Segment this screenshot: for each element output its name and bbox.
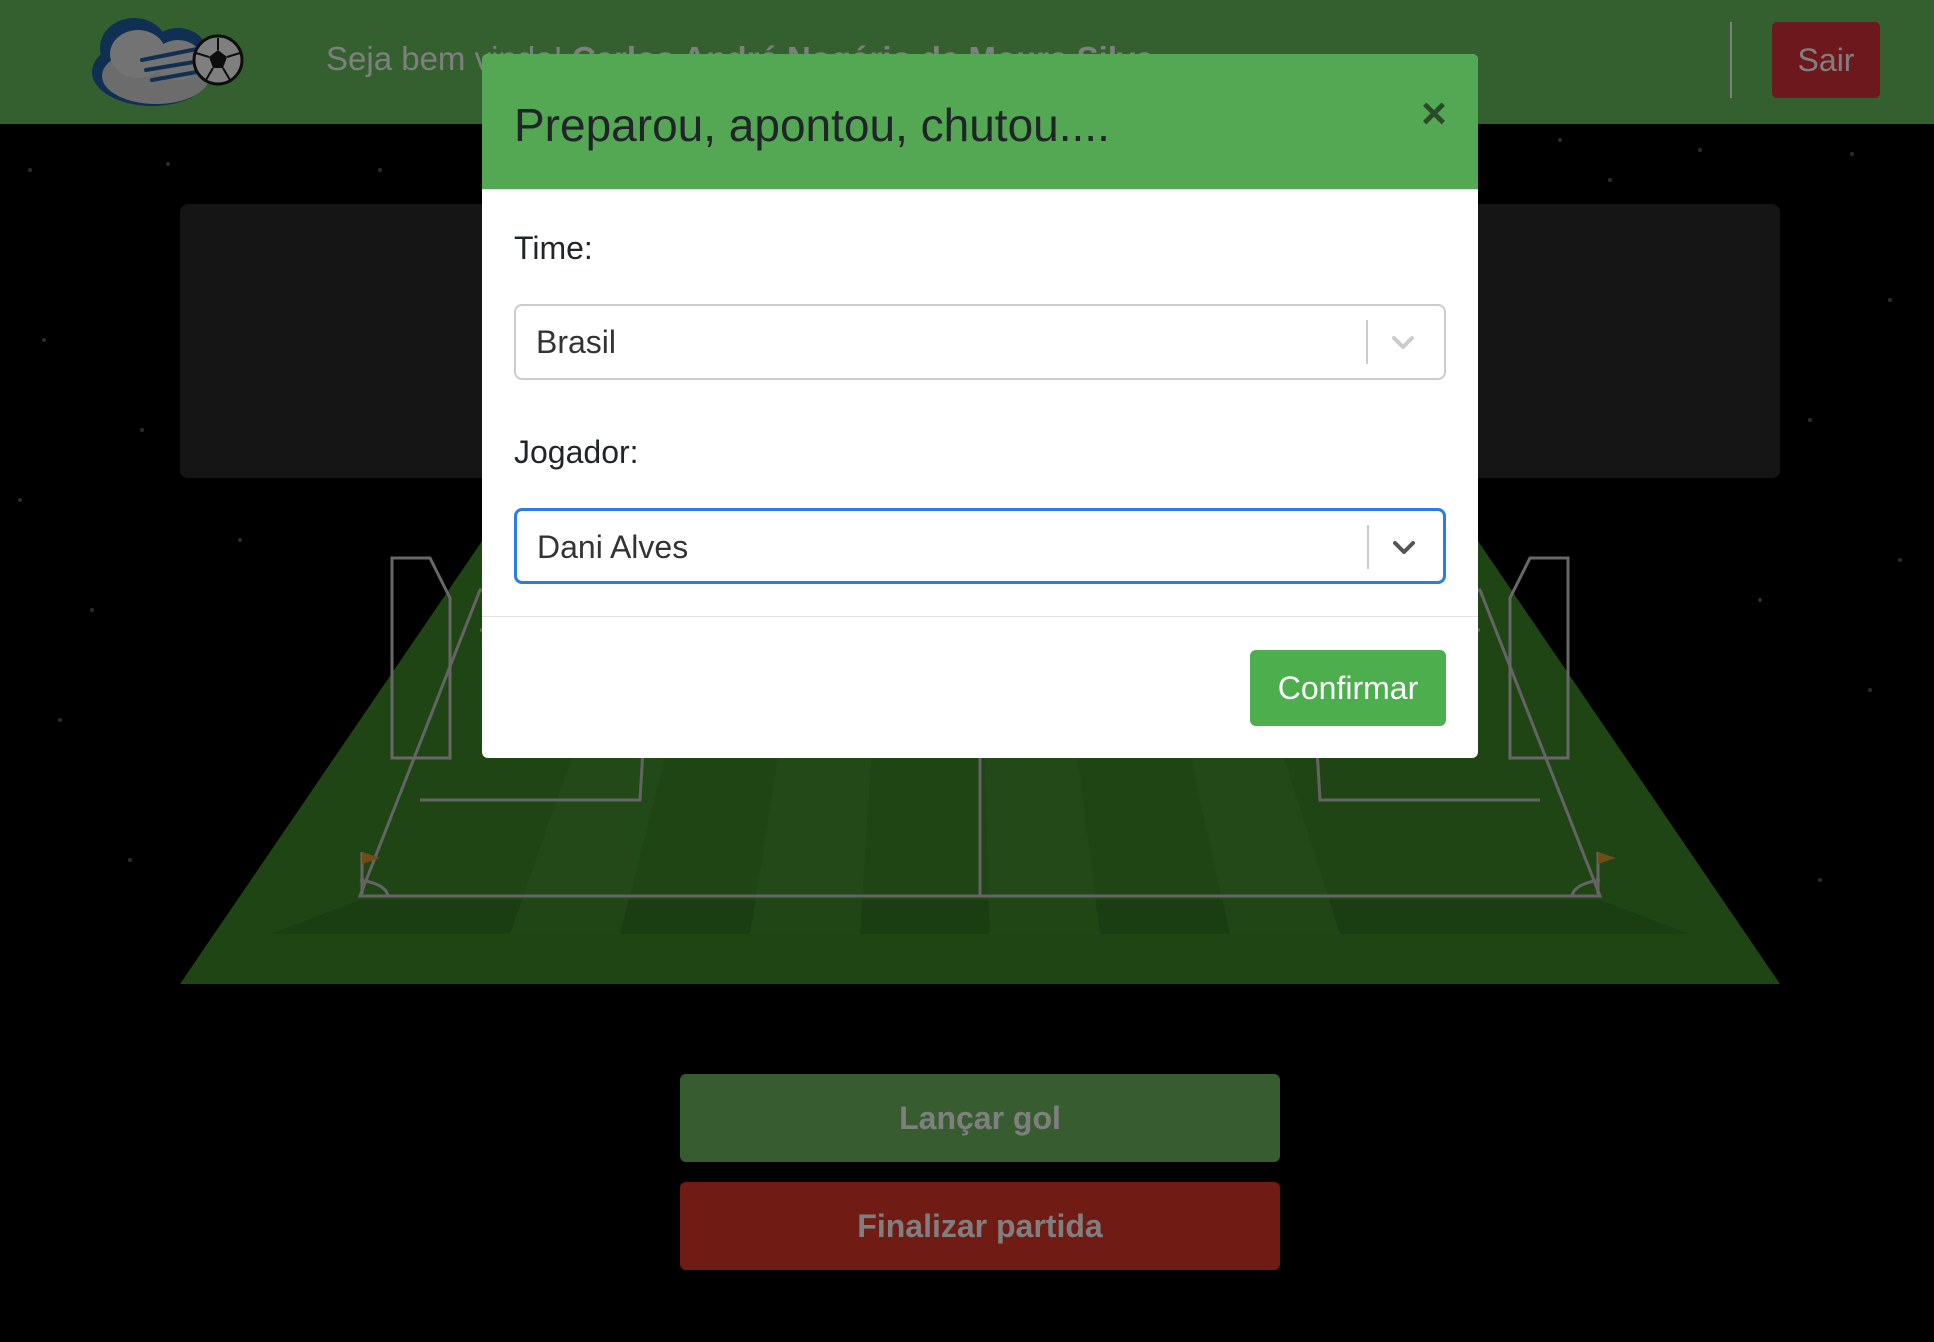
chevron-down-icon[interactable] [1386, 326, 1420, 360]
goal-modal: Preparou, apontou, chutou.... × Time: Br… [482, 54, 1478, 758]
player-select-value: Dani Alves [537, 529, 689, 565]
team-select[interactable]: Brasil [514, 304, 1446, 380]
modal-footer-divider [482, 616, 1478, 617]
player-select[interactable]: Dani Alves [514, 508, 1446, 584]
select-separator [1366, 320, 1368, 364]
chevron-down-icon[interactable] [1387, 531, 1421, 565]
confirm-button[interactable]: Confirmar [1250, 650, 1446, 726]
team-label: Time: [514, 230, 593, 266]
select-separator [1367, 525, 1369, 569]
close-icon[interactable]: × [1412, 92, 1456, 136]
player-label: Jogador: [514, 434, 639, 470]
team-select-value: Brasil [536, 324, 617, 360]
modal-header: Preparou, apontou, chutou.... × [482, 54, 1478, 190]
modal-title: Preparou, apontou, chutou.... [514, 99, 1110, 151]
